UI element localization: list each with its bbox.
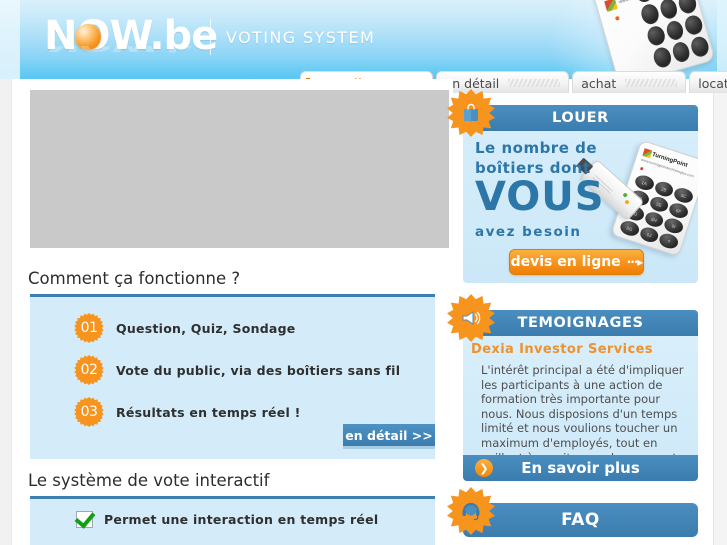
step-label: Vote du public, via des boîtiers sans fi… [116, 362, 401, 378]
device-key [676, 0, 699, 15]
device-led-icon [614, 15, 620, 21]
section-title-how-it-works: Comment ça fonctionne ? [28, 269, 241, 288]
device-key [645, 23, 667, 48]
panel-interactive-system: Permet une interaction en temps réel [30, 496, 435, 545]
headset-support-icon [447, 487, 495, 535]
main-content: Comment ça fonctionne ? 01 Question, Qui… [13, 79, 453, 545]
widget-louer-title: LOUER [552, 110, 609, 126]
dongle-led-orange [624, 199, 630, 205]
louer-line-3: VOUS [475, 174, 605, 220]
widget-temoignages: TEMOIGNAGES Dexia Investor Services L'in… [447, 294, 698, 481]
page-gutter-left [0, 79, 12, 545]
louer-line-1: Le nombre de [475, 139, 598, 157]
step-item: 02 Vote du public, via des boîtiers sans… [74, 355, 400, 385]
device-key [651, 45, 673, 70]
megaphone-icon [447, 294, 495, 342]
site-logo[interactable]: NOW.be NOW.be [44, 14, 218, 62]
arrow-dots-icon: ···▸ [626, 255, 644, 269]
feature-label: Permet une interaction en temps réel [104, 512, 379, 527]
louer-line-4: avez besoin [475, 224, 582, 240]
widget-faq-title: FAQ [561, 510, 600, 530]
right-sidebar: LOUER TurningPoint www.turningpointtechn… [447, 79, 713, 545]
widget-temoignages-header: TEMOIGNAGES [447, 294, 698, 342]
site-tagline: VOTING SYSTEM [226, 28, 376, 47]
step-item: 01 Question, Quiz, Sondage [74, 313, 296, 343]
step-badge-03: 03 [74, 397, 104, 427]
en-savoir-plus-button[interactable]: ❯ En savoir plus [463, 455, 698, 481]
widget-faq-header: FAQ [447, 487, 698, 537]
step-number: 01 [80, 320, 98, 336]
device-key [683, 13, 705, 37]
page-root: NOW.be NOW.be VOTING SYSTEM TurningPoint… [0, 0, 727, 545]
dongle-led-green [622, 192, 629, 198]
louer-key: 5E [648, 194, 671, 214]
louer-key: 0G [618, 218, 641, 238]
page-gutter-right [713, 79, 727, 545]
testimonial-client-name: Dexia Investor Services [471, 342, 653, 357]
header-edge-left [0, 0, 20, 79]
section-title-interactive-system: Le système de vote interactif [28, 471, 270, 490]
louer-key: 8H [643, 209, 666, 230]
widget-faq[interactable]: FAQ [447, 487, 698, 537]
step-label: Résultats en temps réel ! [116, 404, 301, 420]
widget-temoignages-title: TEMOIGNAGES [517, 315, 644, 331]
device-key [670, 40, 692, 64]
savoir-button-label: En savoir plus [521, 459, 640, 477]
device-key [664, 18, 686, 43]
feature-item: Permet une interaction en temps réel [76, 511, 378, 528]
logo-reflection: NOW.be [46, 46, 196, 55]
widget-louer-body: TurningPoint www.turningpointtechnologie… [463, 131, 698, 283]
banner-placeholder [30, 90, 449, 248]
step-badge-01: 01 [74, 313, 104, 343]
arrow-right-icon: ❯ [475, 459, 493, 477]
en-detail-button[interactable]: en détail >> [343, 424, 435, 446]
step-badge-02: 02 [74, 355, 104, 385]
device-key [689, 34, 711, 59]
step-label: Question, Quiz, Sondage [116, 320, 296, 336]
step-item: 03 Résultats en temps réel ! [74, 397, 301, 427]
site-header: NOW.be NOW.be VOTING SYSTEM TurningPoint… [0, 0, 727, 79]
devis-button-label: devis en ligne [510, 254, 621, 270]
device-keypad [632, 0, 711, 70]
checkmark-icon [76, 511, 93, 528]
louer-key: ? [657, 231, 680, 251]
device-key [657, 0, 680, 21]
louer-led-icon [639, 166, 644, 171]
widget-louer: LOUER TurningPoint www.turningpointtechn… [447, 89, 698, 283]
shopping-bag-icon [447, 89, 495, 137]
testimonial-quote: L'intérêt principal a été d'impliquer le… [481, 363, 684, 461]
header-divider [210, 19, 211, 55]
louer-key: 2B [653, 179, 676, 199]
widget-louer-header: LOUER [447, 89, 698, 137]
step-number: 03 [80, 404, 98, 420]
widget-temoignages-body: Dexia Investor Services L'intérêt princi… [463, 336, 698, 461]
louer-key: 0J [638, 225, 661, 245]
devis-en-ligne-button[interactable]: devis en ligne ···▸ [509, 249, 644, 275]
button-underline [343, 446, 435, 449]
step-number: 02 [80, 362, 98, 378]
device-brand-icon [604, 0, 618, 12]
device-key [638, 2, 661, 26]
panel-how-it-works: 01 Question, Quiz, Sondage 02 Vote du pu… [30, 294, 435, 459]
